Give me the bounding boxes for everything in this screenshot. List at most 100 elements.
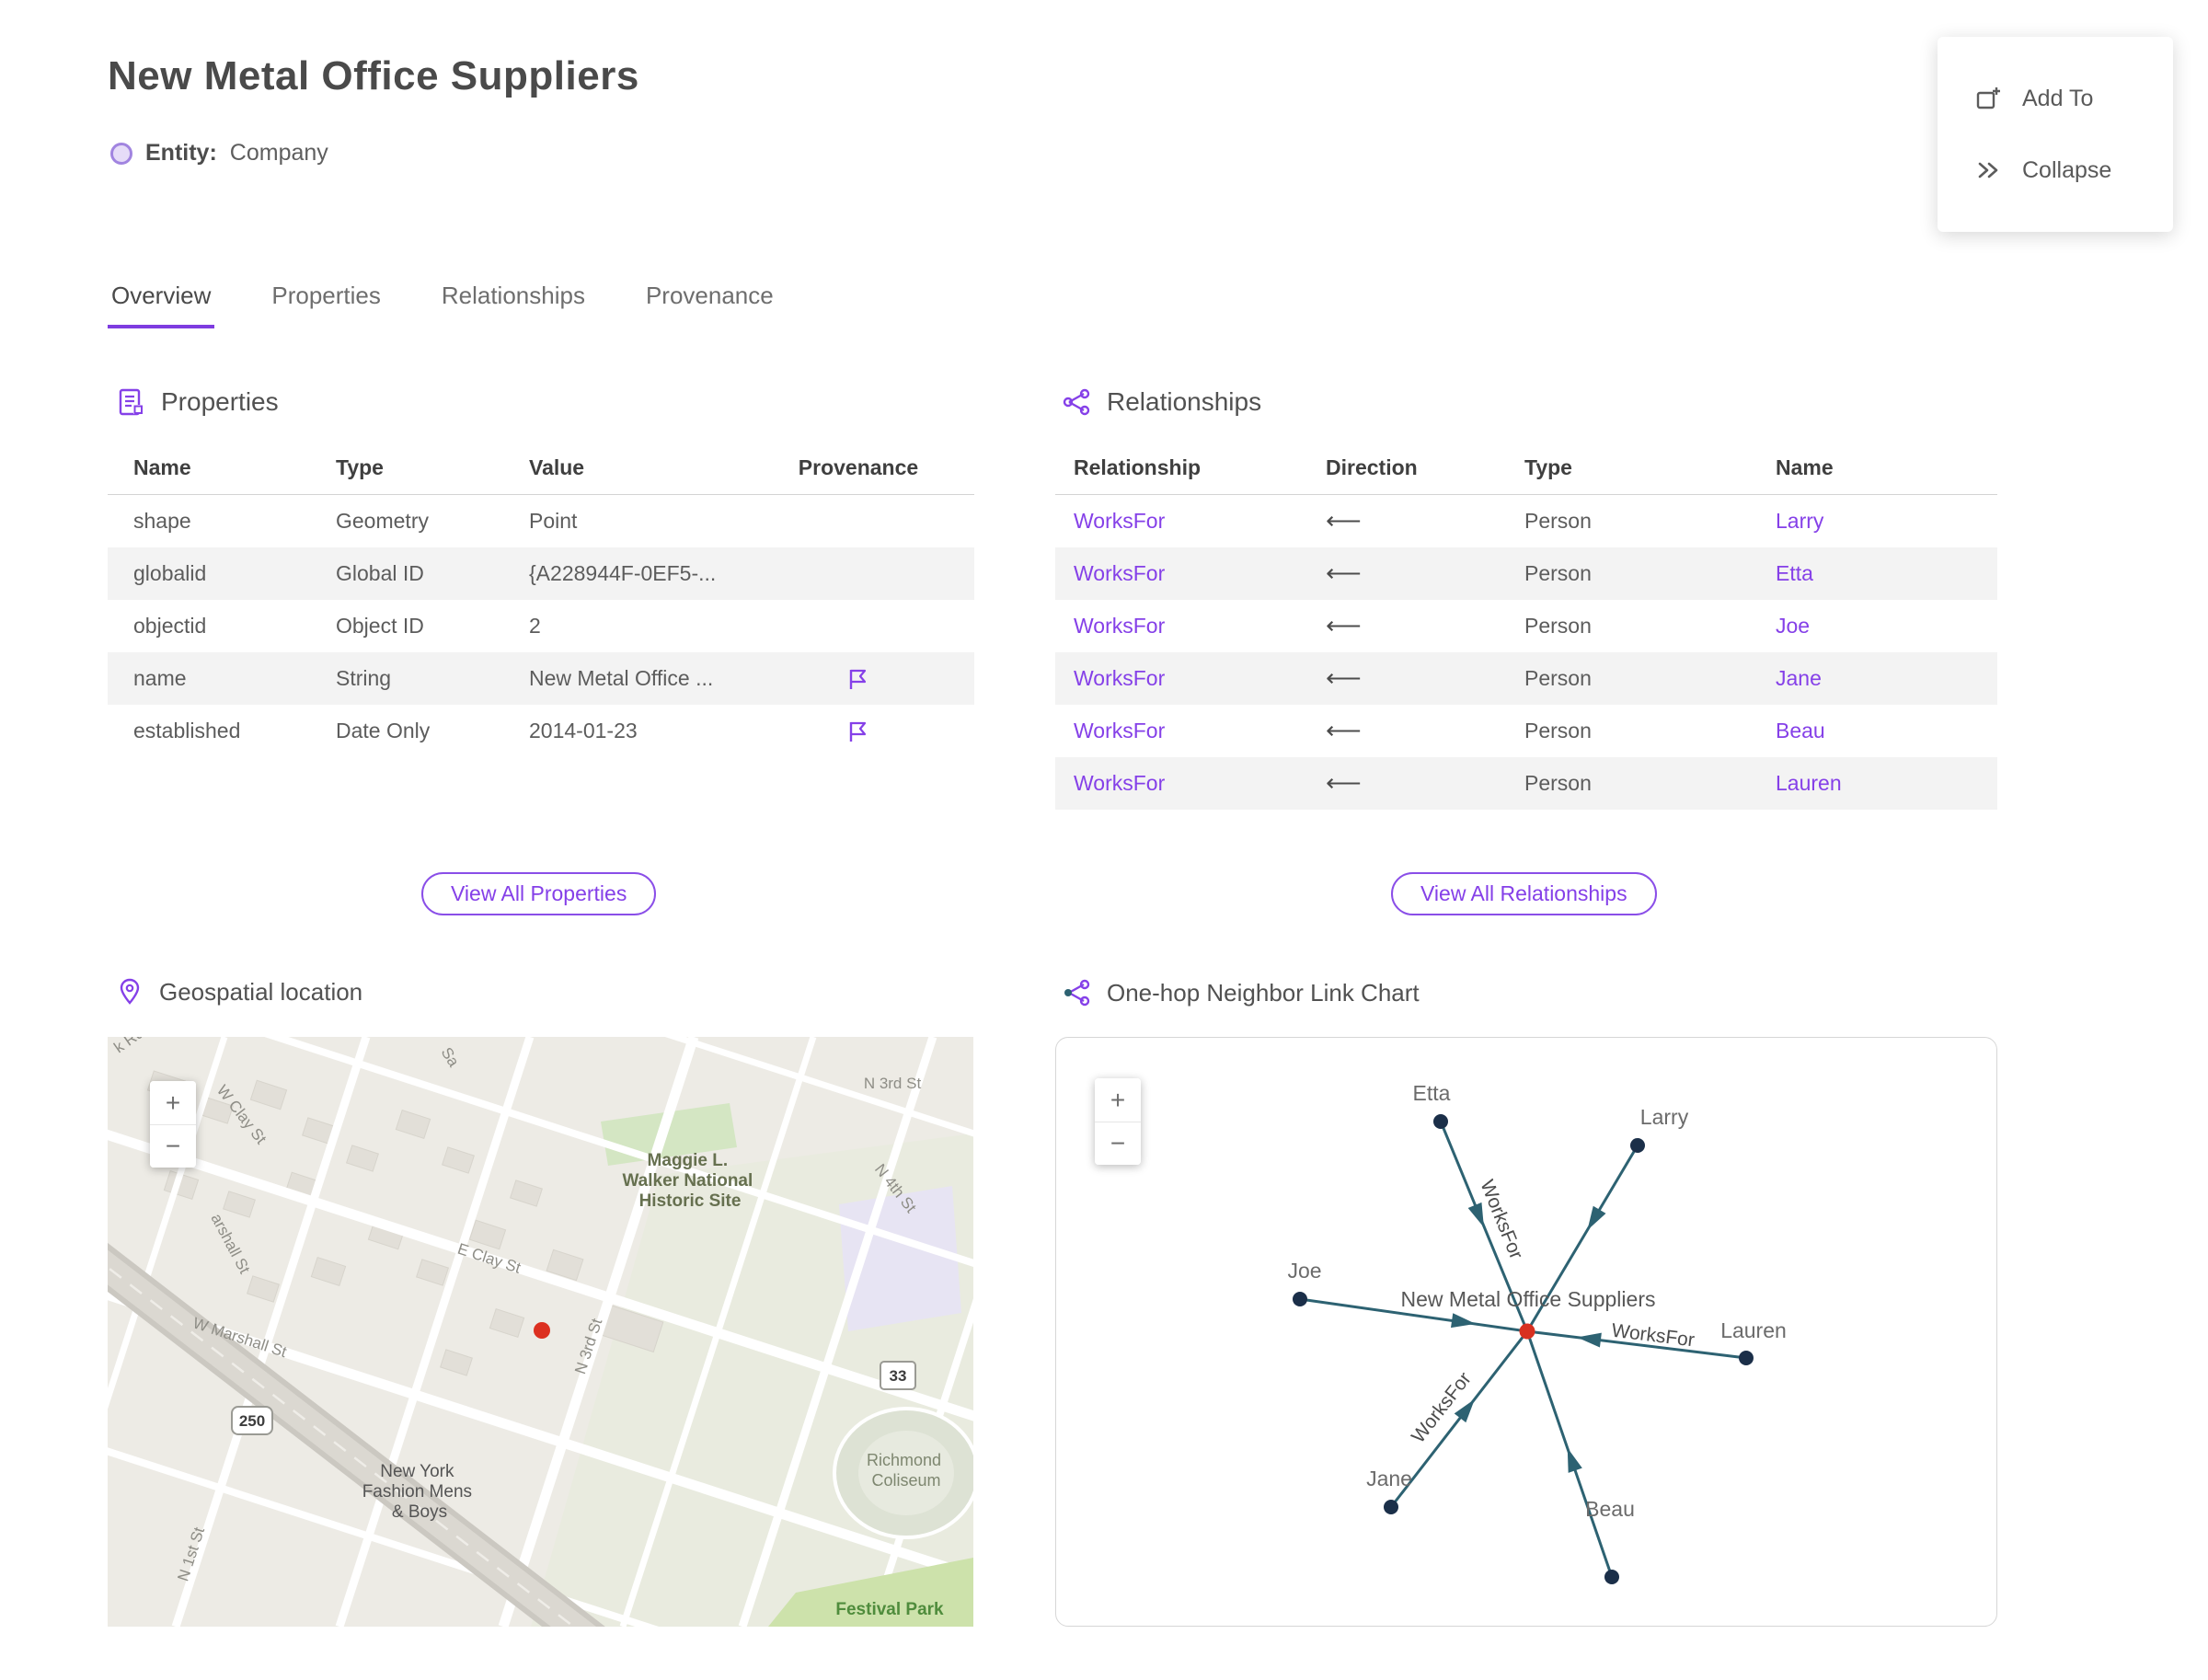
entity-link[interactable]: Joe (1776, 614, 1997, 639)
map-canvas[interactable]: 250 33 k Rd Sa W Clay St N 3rd St N 4th … (108, 1037, 973, 1627)
rel-type: Person (1524, 771, 1592, 795)
rel-type: Person (1524, 666, 1592, 690)
graph-node-joe[interactable] (1293, 1292, 1307, 1306)
prop-value: 2 (529, 614, 541, 638)
prop-value: 2014-01-23 (529, 719, 638, 742)
graph-node-lauren[interactable] (1739, 1351, 1754, 1365)
entity-link[interactable]: Lauren (1776, 771, 1997, 796)
provenance-flag-icon[interactable] (845, 719, 871, 744)
direction-arrow: ⟵ (1326, 769, 1362, 797)
relationship-link[interactable]: WorksFor (1074, 771, 1326, 796)
relationship-link[interactable]: WorksFor (1074, 561, 1326, 586)
graph-node-jane[interactable] (1384, 1500, 1398, 1514)
relationships-table: Relationship Direction Type Name WorksFo… (1055, 442, 1997, 810)
svg-text:Jane: Jane (1366, 1467, 1412, 1490)
link-chart-icon (1064, 979, 1090, 1007)
entity-link[interactable]: Larry (1776, 509, 1997, 534)
properties-icon (119, 388, 143, 416)
table-row: WorksFor ⟵ Person Beau (1055, 705, 1997, 757)
prop-type: Date Only (336, 719, 431, 742)
map-entity-marker[interactable] (534, 1322, 550, 1339)
entity-type-row: Entity: Company (110, 140, 328, 167)
direction-arrow: ⟵ (1326, 612, 1362, 639)
relationship-link[interactable]: WorksFor (1074, 719, 1326, 743)
table-row: WorksFor ⟵ Person Larry (1055, 495, 1997, 547)
table-row: WorksFor ⟵ Person Lauren (1055, 757, 1997, 810)
map-zoom-out-button[interactable]: − (150, 1124, 196, 1168)
prop-name: established (133, 719, 241, 742)
table-row: WorksFor ⟵ Person Joe (1055, 600, 1997, 652)
prop-type: Geometry (336, 509, 429, 533)
svg-text:Beau: Beau (1585, 1497, 1635, 1521)
direction-arrow: ⟵ (1326, 664, 1362, 692)
chart-zoom-in-button[interactable]: + (1095, 1078, 1141, 1122)
rel-type: Person (1524, 509, 1592, 533)
table-row: globalid Global ID {A228944F-0EF5-... (108, 547, 974, 600)
table-row: established Date Only 2014-01-23 (108, 705, 974, 757)
entity-link[interactable]: Beau (1776, 719, 1997, 743)
col-header-provenance: Provenance (798, 455, 919, 479)
add-to-icon (1976, 87, 2000, 109)
relationship-link[interactable]: WorksFor (1074, 509, 1326, 534)
svg-text:250: 250 (239, 1412, 265, 1430)
relationship-link[interactable]: WorksFor (1074, 666, 1326, 691)
direction-arrow: ⟵ (1326, 507, 1362, 535)
prop-type: Global ID (336, 561, 424, 585)
table-row: WorksFor ⟵ Person Etta (1055, 547, 1997, 600)
graph-edge-labels: WorksFor WorksFor WorksFor (1405, 1174, 1698, 1450)
relationship-link[interactable]: WorksFor (1074, 614, 1326, 639)
prop-name: shape (133, 509, 191, 533)
prop-type: String (336, 666, 392, 690)
svg-text:N 3rd St: N 3rd St (864, 1075, 922, 1092)
entity-link[interactable]: Etta (1776, 561, 1997, 586)
collapse-button[interactable]: Collapse (1974, 156, 2173, 184)
svg-text:Lauren: Lauren (1720, 1318, 1787, 1342)
rel-type: Person (1524, 719, 1592, 742)
relationships-section-header: Relationships (1061, 386, 1261, 418)
link-chart-section-title: One-hop Neighbor Link Chart (1107, 978, 1420, 1007)
tab-overview[interactable]: Overview (108, 276, 215, 328)
entity-value: Company (229, 140, 328, 166)
graph-node-beau[interactable] (1604, 1570, 1619, 1584)
provenance-flag-icon[interactable] (845, 666, 871, 692)
chart-zoom-out-button[interactable]: − (1095, 1122, 1141, 1165)
col-header-value: Value (529, 455, 585, 479)
svg-text:33: 33 (890, 1367, 907, 1385)
link-chart-graphic: WorksFor WorksFor WorksFor Etta Larry Jo… (1287, 1081, 1787, 1584)
page-title: New Metal Office Suppliers (108, 53, 639, 98)
graph-node-etta[interactable] (1433, 1114, 1448, 1129)
view-all-properties-button[interactable]: View All Properties (421, 872, 657, 915)
entity-type-icon (110, 142, 132, 165)
direction-arrow: ⟵ (1326, 559, 1362, 587)
rel-type: Person (1524, 614, 1592, 638)
table-row: name String New Metal Office ... (108, 652, 974, 705)
link-chart-section-header: One-hop Neighbor Link Chart (1061, 977, 1420, 1008)
graph-node-labels: Etta Larry Joe Lauren Jane Beau New Meta… (1287, 1081, 1786, 1521)
geospatial-section-title: Geospatial location (159, 977, 363, 1006)
svg-text:WorksFor: WorksFor (1476, 1177, 1526, 1262)
properties-table-header: Name Type Value Provenance (108, 442, 974, 495)
tab-relationships[interactable]: Relationships (438, 276, 589, 328)
table-row: WorksFor ⟵ Person Jane (1055, 652, 1997, 705)
add-to-button[interactable]: Add To (1974, 85, 2173, 112)
geospatial-section-header: Geospatial location (115, 977, 362, 1007)
col-header-name: Name (1776, 455, 1834, 479)
graph-node-larry[interactable] (1630, 1138, 1645, 1153)
map-zoom-in-button[interactable]: + (150, 1081, 196, 1124)
tab-provenance[interactable]: Provenance (642, 276, 777, 328)
chart-zoom-control: + − (1095, 1078, 1141, 1165)
table-row: objectid Object ID 2 (108, 600, 974, 652)
tab-bar: Overview Properties Relationships Proven… (108, 276, 777, 328)
col-header-type: Type (1524, 455, 1572, 479)
col-header-relationship: Relationship (1074, 455, 1202, 479)
table-row: shape Geometry Point (108, 495, 974, 547)
entity-link[interactable]: Jane (1776, 666, 1997, 691)
prop-name: objectid (133, 614, 207, 638)
link-chart-canvas[interactable]: WorksFor WorksFor WorksFor Etta Larry Jo… (1055, 1037, 1997, 1627)
svg-text:Etta: Etta (1413, 1081, 1451, 1105)
properties-section-title: Properties (161, 387, 279, 416)
tab-properties[interactable]: Properties (268, 276, 385, 328)
svg-text:Larry: Larry (1640, 1105, 1689, 1129)
view-all-relationships-button[interactable]: View All Relationships (1391, 872, 1657, 915)
graph-node-center[interactable] (1519, 1323, 1535, 1340)
